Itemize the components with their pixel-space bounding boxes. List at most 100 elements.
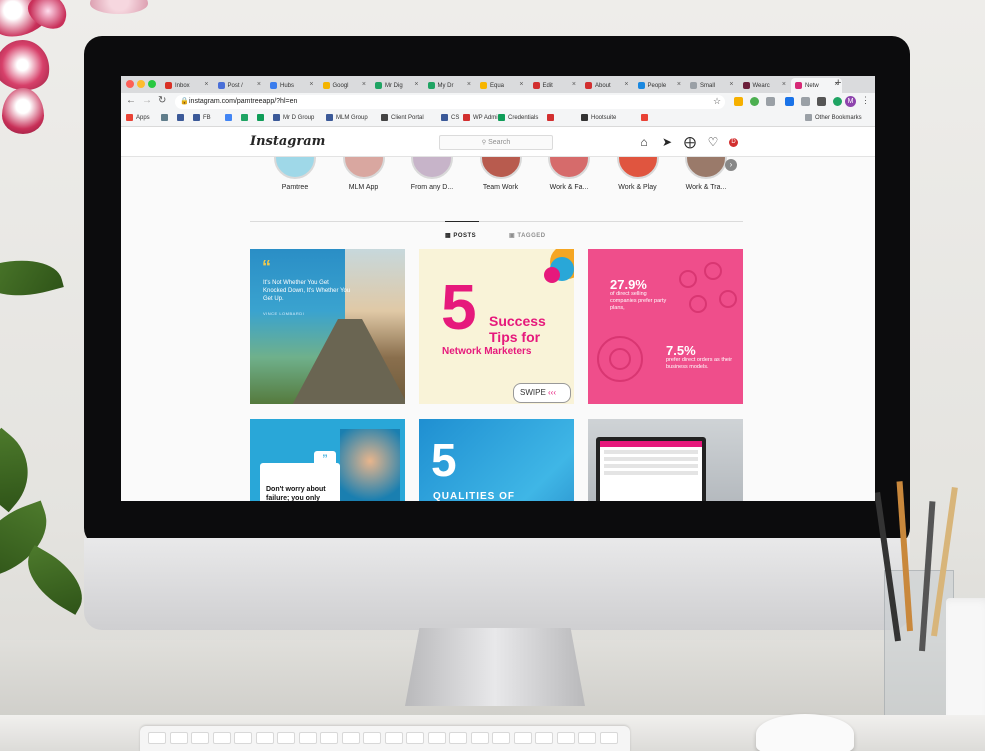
close-tab-icon[interactable]: × xyxy=(414,81,418,88)
bookmark-label: CS xyxy=(451,114,460,121)
bookmark-item[interactable]: Hootsuite xyxy=(581,114,616,121)
pencil-holder xyxy=(874,481,958,720)
post-quote-mountain[interactable]: “ It's Not Whether You Get Knocked Down,… xyxy=(250,249,405,404)
browser-tab[interactable]: Equa × xyxy=(476,78,527,93)
folder-icon xyxy=(805,114,812,121)
chevron-right-icon[interactable]: › xyxy=(725,159,737,171)
extension-icon[interactable] xyxy=(766,97,775,106)
person-photo xyxy=(340,429,400,501)
bookmark-item[interactable] xyxy=(177,114,187,121)
extension-icon[interactable] xyxy=(750,97,759,106)
bookmarks-bar: Apps FB Mr D Group MLM Group Client Portal CS… xyxy=(121,111,875,127)
close-tab-icon[interactable]: × xyxy=(729,81,733,88)
close-tab-icon[interactable]: × xyxy=(519,81,523,88)
profile-avatar[interactable]: M xyxy=(845,96,856,107)
bookmark-item[interactable]: Credentials xyxy=(498,114,538,121)
story-highlight[interactable]: Work & Play xyxy=(608,137,668,191)
search-input[interactable]: ⚲ Search xyxy=(439,135,553,150)
bookmark-item[interactable] xyxy=(241,114,251,121)
minimize-window-button[interactable] xyxy=(137,80,145,88)
bookmark-item[interactable]: CS xyxy=(441,114,459,121)
story-highlight[interactable]: Team Work xyxy=(471,137,531,191)
monitor-chin xyxy=(84,538,910,630)
maximize-window-button[interactable] xyxy=(148,80,156,88)
browser-tab[interactable]: Inbox × xyxy=(161,78,212,93)
activity-heart-icon[interactable]: ♡ xyxy=(706,135,720,149)
explore-compass-icon[interactable]: ⨁ xyxy=(683,135,697,149)
bookmark-icon xyxy=(225,114,232,121)
tab-label: Wearc xyxy=(752,82,770,89)
profile-avatar[interactable]: D xyxy=(729,138,738,147)
browser-tab[interactable]: About × xyxy=(581,78,632,93)
home-icon[interactable]: ⌂ xyxy=(637,135,651,149)
stat-value: 27.9% xyxy=(610,277,647,292)
extension-icon[interactable] xyxy=(785,97,794,106)
bookmark-item[interactable]: Client Portal xyxy=(381,114,424,121)
browser-tab[interactable]: Post / × xyxy=(214,78,265,93)
post-success-tips[interactable]: 5 Success Tips for Network Marketers SWI… xyxy=(419,249,574,404)
tab-label: Equa xyxy=(490,82,505,89)
story-highlight[interactable]: From any D... xyxy=(402,137,462,191)
instagram-logo[interactable]: Instagram xyxy=(250,134,325,149)
browser-tab[interactable]: People × xyxy=(634,78,685,93)
bookmark-item[interactable]: Apps xyxy=(126,114,150,121)
close-tab-icon[interactable]: × xyxy=(467,81,471,88)
url-text: instagram.com/pamtreeapp/?hl=en xyxy=(189,98,298,105)
bookmark-item[interactable] xyxy=(225,114,235,121)
new-tab-icon[interactable]: + xyxy=(835,77,841,89)
doc-icon xyxy=(217,82,225,89)
post-qualities[interactable]: 5 QUALITIES OF xyxy=(419,419,574,501)
browser-tab[interactable]: Small × xyxy=(686,78,737,93)
back-arrow-icon[interactable]: ← xyxy=(126,95,136,106)
story-label: Pamtree xyxy=(281,184,309,191)
browser-tab[interactable]: Mr Dig × xyxy=(371,78,422,93)
close-tab-icon[interactable]: × xyxy=(624,81,628,88)
close-tab-icon[interactable]: × xyxy=(362,81,366,88)
post-failure-quote[interactable]: ” Don't worry about failure; you only ha… xyxy=(250,419,405,501)
tab-posts[interactable]: ▦ POSTS xyxy=(445,232,476,239)
bookmark-item[interactable]: MLM Group xyxy=(326,114,368,121)
other-bookmarks[interactable]: Other Bookmarks xyxy=(805,114,862,121)
browser-tab[interactable]: Wearc × xyxy=(739,78,790,93)
reload-icon[interactable]: ↻ xyxy=(158,95,166,106)
bookmark-item[interactable]: Mr D Group xyxy=(273,114,314,121)
extension-icon[interactable] xyxy=(734,97,743,106)
story-highlight[interactable]: Pamtree xyxy=(265,137,325,191)
bookmark-label: Credentials xyxy=(508,114,539,121)
close-tab-icon[interactable]: × xyxy=(572,81,576,88)
browser-tab[interactable]: Googl × xyxy=(319,78,370,93)
post-laptop[interactable] xyxy=(588,419,743,501)
story-highlight[interactable]: Work & Fa... xyxy=(539,137,599,191)
close-tab-icon[interactable]: × xyxy=(204,81,208,88)
bookmark-item[interactable] xyxy=(257,114,267,121)
bookmark-item[interactable] xyxy=(641,114,651,121)
address-bar[interactable]: 🔒 instagram.com/pamtreeapp/?hl=en xyxy=(175,95,725,109)
bookmark-star-icon[interactable]: ☆ xyxy=(713,96,721,107)
tab-tagged[interactable]: ▣ TAGGED xyxy=(509,232,546,239)
browser-tab[interactable]: Edit × xyxy=(529,78,580,93)
extension-icon[interactable] xyxy=(801,97,810,106)
bookmark-item[interactable]: WP Admin xyxy=(463,114,501,121)
drive-icon xyxy=(427,82,435,89)
close-tab-icon[interactable]: × xyxy=(257,81,261,88)
direct-message-icon[interactable]: ➤ xyxy=(660,135,674,149)
lock-icon: 🔒 xyxy=(180,98,189,105)
browser-tab[interactable]: Netw × xyxy=(791,78,842,93)
bookmark-item[interactable] xyxy=(161,114,171,121)
bookmark-item[interactable]: FB xyxy=(193,114,211,121)
close-tab-icon[interactable]: × xyxy=(782,81,786,88)
close-window-button[interactable] xyxy=(126,80,134,88)
browser-menu-icon[interactable]: ⋮ xyxy=(861,95,870,106)
extension-icon[interactable] xyxy=(833,97,842,106)
bookmark-item[interactable] xyxy=(547,114,557,121)
story-highlight[interactable]: MLM App xyxy=(334,137,394,191)
close-tab-icon[interactable]: × xyxy=(309,81,313,88)
browser-tab[interactable]: My Dr × xyxy=(424,78,475,93)
forward-arrow-icon[interactable]: → xyxy=(142,95,152,106)
extension-icon[interactable] xyxy=(817,97,826,106)
browser-tab[interactable]: Hubs × xyxy=(266,78,317,93)
stat-text: of direct selling companies prefer party… xyxy=(610,291,667,311)
bookmark-label: Hootsuite xyxy=(591,114,617,121)
close-tab-icon[interactable]: × xyxy=(677,81,681,88)
post-stats[interactable]: 27.9% of direct selling companies prefer… xyxy=(588,249,743,404)
